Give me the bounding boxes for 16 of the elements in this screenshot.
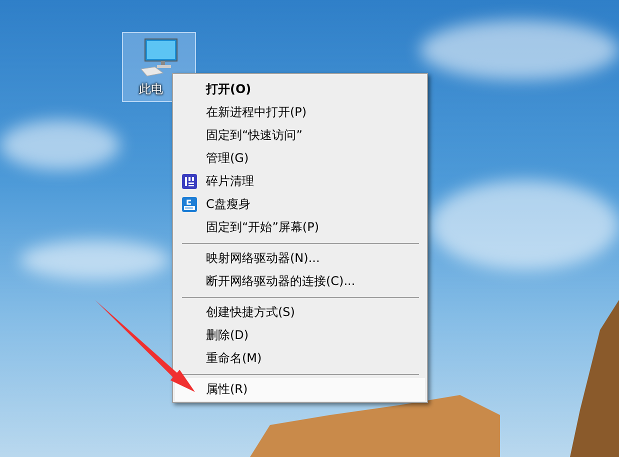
menu-item[interactable]: 碎片清理 (175, 170, 425, 193)
menu-item[interactable]: 管理(G) (175, 147, 425, 170)
computer-icon (139, 37, 179, 77)
menu-item[interactable]: 映射网络驱动器(N)... (175, 247, 425, 270)
menu-item[interactable]: 重命名(M) (175, 347, 425, 370)
grid-icon (182, 174, 197, 189)
menu-item[interactable]: C盘瘦身 (175, 193, 425, 216)
menu-item[interactable]: 固定到“快速访问” (175, 124, 425, 147)
menu-item[interactable]: 固定到“开始”屏幕(P) (175, 216, 425, 239)
icon-label: 此电 (139, 81, 163, 98)
menu-item[interactable]: 断开网络驱动器的连接(C)... (175, 270, 425, 293)
menu-item[interactable]: 创建快捷方式(S) (175, 301, 425, 324)
menu-item[interactable]: 删除(D) (175, 324, 425, 347)
menu-item[interactable]: 属性(R) (175, 378, 425, 401)
menu-item[interactable]: 在新进程中打开(P) (175, 101, 425, 124)
disk-cleanup-icon (182, 197, 197, 212)
